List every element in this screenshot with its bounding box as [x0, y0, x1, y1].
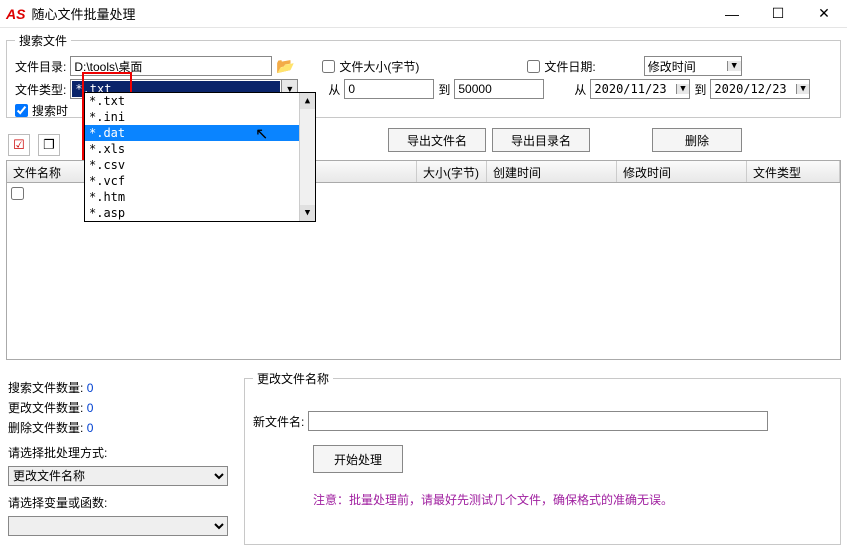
minimize-button[interactable]: — [709, 0, 755, 28]
method-label: 请选择批处理方式: [8, 446, 107, 460]
date-type-selected: 修改时间 [645, 58, 699, 75]
include-time-label: 搜索时 [32, 102, 68, 119]
maximize-button[interactable]: ☐ [755, 0, 801, 28]
note-text: 注意：批量处理前，请最好先测试几个文件，确保格式的准确无误。 [253, 491, 832, 508]
date-checkbox[interactable] [527, 60, 540, 73]
include-time-check[interactable]: 搜索时 [15, 102, 68, 119]
date-check[interactable]: 文件日期: [527, 58, 595, 75]
var-combo[interactable] [8, 516, 228, 536]
type-option[interactable]: *.csv [85, 157, 315, 173]
change-count-label: 更改文件数量: [8, 401, 83, 415]
type-dropdown-list[interactable]: *.txt *.ini *.dat *.xls *.csv *.vcf *.ht… [84, 92, 316, 222]
export-filename-button[interactable]: 导出文件名 [388, 128, 486, 152]
chevron-down-icon: ▼ [676, 84, 690, 94]
type-label: 文件类型: [15, 81, 66, 98]
type-option[interactable]: *.txt [85, 93, 315, 109]
type-option[interactable]: *.vcf [85, 173, 315, 189]
size-to-input[interactable] [454, 79, 544, 99]
delete-count: 0 [87, 421, 94, 435]
close-button[interactable]: ✕ [801, 0, 847, 28]
window-title: 随心文件批量处理 [31, 4, 709, 23]
date-from-value: 2020/11/23 [591, 82, 669, 96]
stats-panel: 搜索文件数量: 0 更改文件数量: 0 删除文件数量: 0 请选择批处理方式: … [0, 370, 244, 555]
scroll-down-icon[interactable]: ▼ [300, 205, 315, 221]
size-from-label: 从 [328, 81, 340, 98]
checked-list-icon[interactable]: ☑ [8, 134, 30, 156]
delete-count-label: 删除文件数量: [8, 421, 83, 435]
size-from-input[interactable] [344, 79, 434, 99]
size-check-label: 文件大小(字节) [339, 58, 419, 75]
date-to-combo[interactable]: 2020/12/23 ▼ [710, 79, 810, 99]
table-row[interactable] [11, 189, 24, 203]
row-checkbox[interactable] [11, 187, 24, 200]
delete-button[interactable]: 删除 [652, 128, 742, 152]
change-count: 0 [87, 401, 94, 415]
method-combo[interactable]: 更改文件名称 [8, 466, 228, 486]
date-from-label: 从 [574, 81, 586, 98]
export-dirname-button[interactable]: 导出目录名 [492, 128, 590, 152]
new-name-input[interactable] [308, 411, 768, 431]
start-button[interactable]: 开始处理 [313, 445, 403, 473]
size-check[interactable]: 文件大小(字节) [322, 58, 419, 75]
new-name-label: 新文件名: [253, 413, 304, 430]
browse-folder-icon[interactable]: 📂 [276, 57, 294, 75]
rename-group: 更改文件名称 新文件名: 开始处理 注意：批量处理前，请最好先测试几个文件，确保… [244, 370, 841, 545]
search-count-label: 搜索文件数量: [8, 381, 83, 395]
date-from-combo[interactable]: 2020/11/23 ▼ [590, 79, 690, 99]
date-check-label: 文件日期: [544, 58, 595, 75]
date-type-combo[interactable]: 修改时间 ▼ [644, 56, 742, 76]
size-to-label: 到 [438, 81, 450, 98]
var-label: 请选择变量或函数: [8, 496, 107, 510]
chevron-down-icon: ▼ [727, 61, 741, 71]
col-type[interactable]: 文件类型 [747, 161, 840, 182]
rename-legend: 更改文件名称 [253, 370, 333, 387]
type-option[interactable]: *.asp [85, 205, 315, 221]
app-logo: AS [6, 6, 25, 22]
date-to-label: 到 [694, 81, 706, 98]
type-option[interactable]: *.xls [85, 141, 315, 157]
type-option[interactable]: *.ini [85, 109, 315, 125]
dir-label: 文件目录: [15, 58, 66, 75]
col-size[interactable]: 大小(字节) [417, 161, 487, 182]
chevron-down-icon: ▼ [796, 84, 810, 94]
type-option[interactable]: *.htm [85, 189, 315, 205]
copy-icon[interactable]: ❐ [38, 134, 60, 156]
date-to-value: 2020/12/23 [711, 82, 789, 96]
dropdown-scrollbar[interactable]: ▲ ▼ [299, 93, 315, 221]
size-checkbox[interactable] [322, 60, 335, 73]
dir-input[interactable] [70, 56, 272, 76]
col-modified[interactable]: 修改时间 [617, 161, 747, 182]
scroll-up-icon[interactable]: ▲ [300, 93, 315, 109]
include-time-checkbox[interactable] [15, 104, 28, 117]
col-created[interactable]: 创建时间 [487, 161, 617, 182]
search-count: 0 [87, 381, 94, 395]
type-option[interactable]: *.dat [85, 125, 315, 141]
search-legend: 搜索文件 [15, 32, 71, 49]
